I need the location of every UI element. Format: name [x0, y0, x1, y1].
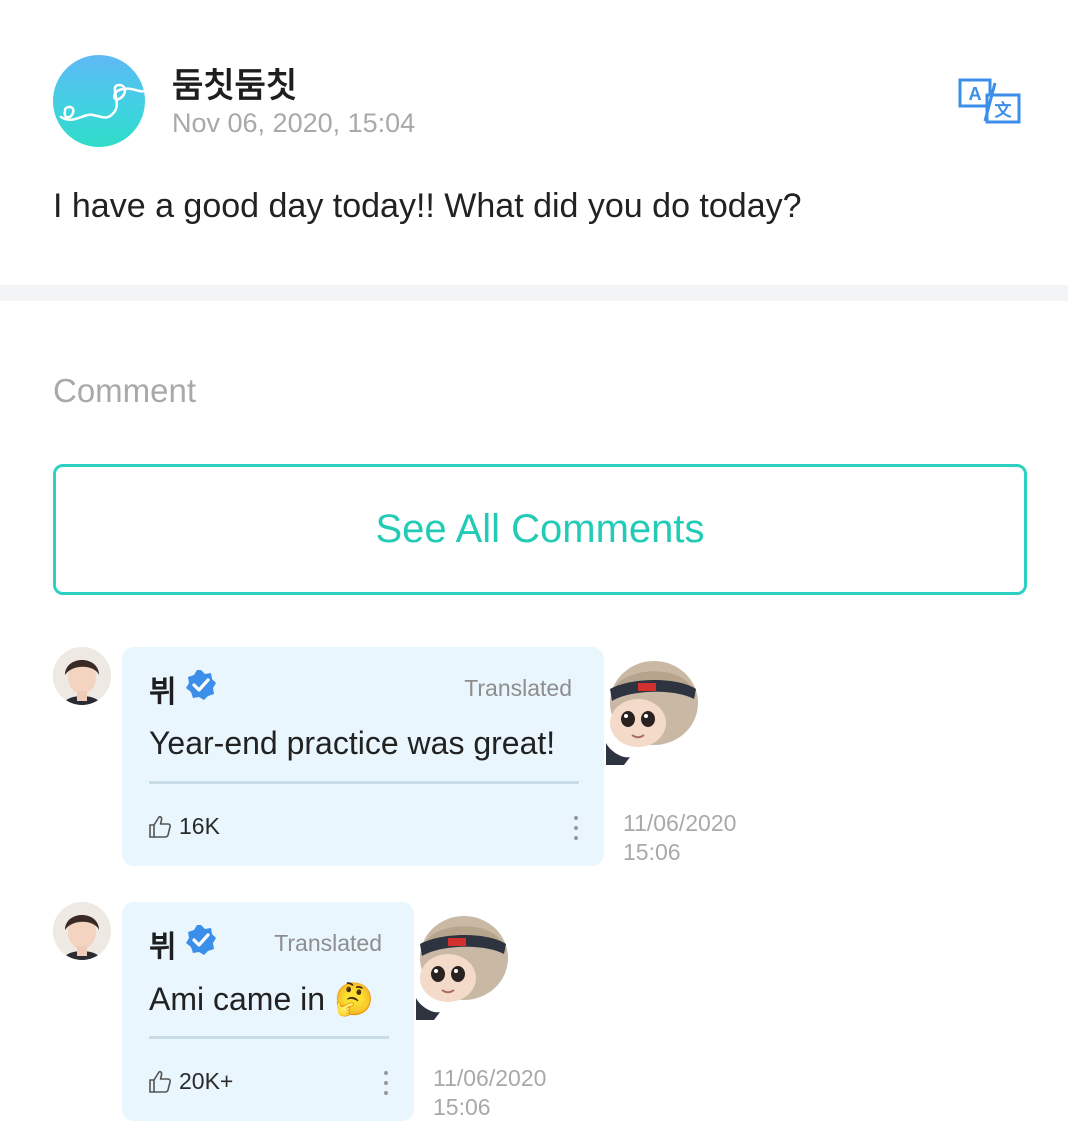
comment-timestamp: 11/06/2020 15:06	[623, 809, 736, 867]
more-options-icon[interactable]	[379, 1068, 393, 1098]
comment-bubble: 뷔 Translated Year-end practice was great…	[122, 647, 604, 866]
comment-date: 11/06/2020	[623, 810, 737, 836]
svg-text:A: A	[969, 84, 982, 104]
post-header: 둠칫둠칫 Nov 06, 2020, 15:04 A 文	[53, 55, 1033, 147]
section-divider	[0, 285, 1068, 301]
comment-item: 뷔 Translated Ami came in 🤔 20K+ 11/06/20…	[0, 902, 1068, 1122]
like-count: 20K+	[179, 1068, 234, 1094]
comment-text: Year-end practice was great!	[149, 725, 556, 761]
more-options-icon[interactable]	[569, 813, 583, 843]
thumbs-up-icon	[149, 1070, 171, 1093]
comment-bubble: 뷔 Translated Ami came in 🤔 20K+	[122, 902, 414, 1121]
svg-text:文: 文	[995, 100, 1013, 121]
comment-text-body: Ami came in	[149, 981, 326, 1017]
comment-date: 11/06/2020	[433, 1065, 547, 1091]
verified-badge-icon	[186, 670, 216, 700]
post-body-text: I have a good day today!! What did you d…	[53, 187, 802, 225]
translate-icon[interactable]: A 文	[957, 77, 1023, 125]
like-count: 16K	[179, 813, 220, 839]
verified-badge-icon	[186, 925, 216, 955]
like-button[interactable]: 20K+	[147, 1068, 233, 1095]
thumbs-up-icon	[149, 815, 171, 838]
commenter-avatar[interactable]	[53, 902, 111, 960]
commenter-avatar[interactable]	[53, 647, 111, 705]
like-button[interactable]: 16K	[147, 813, 220, 840]
author-avatar[interactable]	[53, 55, 145, 147]
commenter-name[interactable]: 뷔	[149, 922, 177, 966]
translated-label: Translated	[464, 675, 572, 701]
see-all-comments-button[interactable]: See All Comments	[53, 464, 1027, 595]
comment-divider	[149, 781, 579, 784]
comment-text: Ami came in 🤔	[149, 980, 374, 1018]
comment-section-heading: Comment	[53, 372, 197, 409]
comment-sticker	[602, 655, 702, 765]
avatar-heart-doodle	[59, 83, 145, 122]
comment-time: 15:06	[433, 1094, 491, 1120]
comment-item: 뷔 Translated Year-end practice was great…	[0, 647, 1068, 867]
translated-label: Translated	[274, 930, 382, 956]
post-author-name[interactable]: 둠칫둠칫	[172, 58, 297, 107]
comment-divider	[149, 1036, 389, 1039]
comment-sticker	[412, 910, 512, 1020]
commenter-name[interactable]: 뷔	[149, 667, 177, 711]
comment-timestamp: 11/06/2020 15:06	[433, 1064, 546, 1122]
post-date: Nov 06, 2020, 15:04	[172, 108, 416, 138]
comment-time: 15:06	[623, 839, 681, 865]
thinking-face-emoji: 🤔	[333, 980, 374, 1018]
